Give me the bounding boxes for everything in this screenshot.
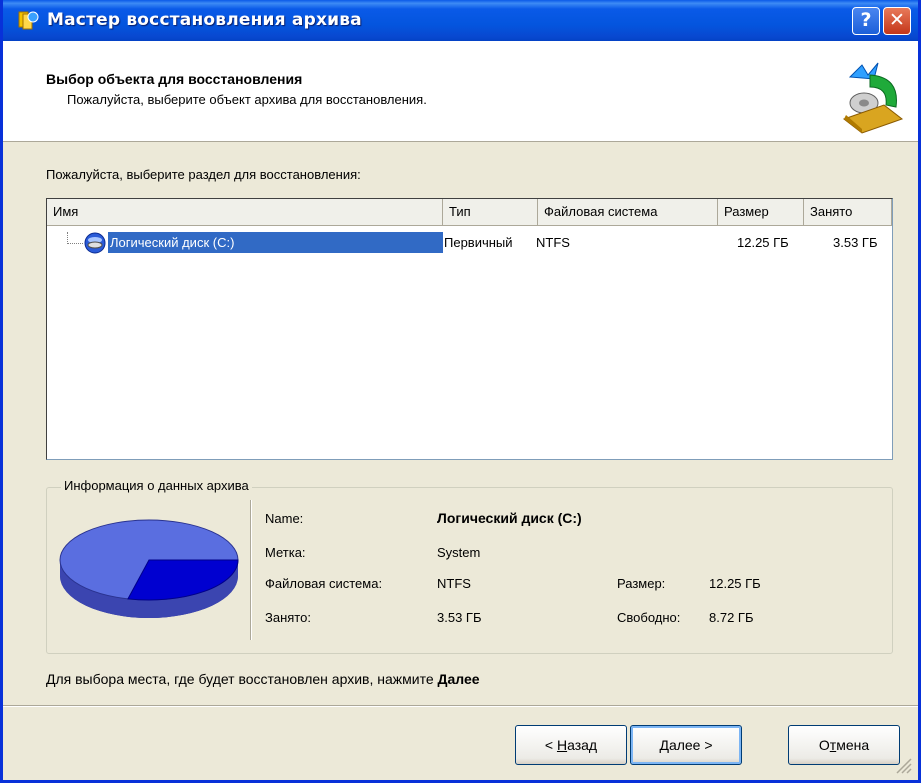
back-button-rest: азад [567, 737, 598, 753]
list-header: Имя Тип Файловая система Размер Занято [47, 199, 892, 226]
footer-hint-next: Далее [437, 671, 480, 687]
column-size[interactable]: Размер [718, 199, 804, 226]
section-label: Пожалуйста, выберите раздел для восстано… [46, 167, 361, 182]
row-type: Первичный [444, 235, 513, 250]
used-label: Занято: [265, 610, 311, 625]
window-title: Мастер восстановления архива [47, 10, 362, 30]
wizard-window: Мастер восстановления архива ? ✕ Выбор о… [0, 0, 921, 783]
next-button-mnemonic: Д [659, 737, 669, 753]
wizard-logo-icon [842, 62, 904, 134]
footer-hint-text: Для выбора места, где будет восстановлен… [46, 671, 434, 687]
row-name: Логический диск (C:) [107, 231, 444, 254]
column-type[interactable]: Тип [443, 199, 538, 226]
footer-separator [3, 705, 918, 707]
cancel-button[interactable]: Отмена [788, 725, 900, 765]
tag-value: System [437, 545, 481, 560]
filesystem-label: Файловая система: [265, 576, 383, 591]
pie-chart [59, 519, 239, 618]
column-used[interactable]: Занято [804, 199, 892, 226]
back-button-mnemonic: Н [556, 737, 568, 753]
free-label: Свободно: [617, 610, 681, 625]
row-size: 12.25 ГБ [737, 235, 789, 250]
archive-info-legend: Информация о данных архива [61, 478, 252, 493]
column-name[interactable]: Имя [47, 199, 443, 226]
filesystem-value: NTFS [437, 576, 471, 591]
help-icon[interactable]: ? [852, 7, 880, 35]
partition-list[interactable]: Имя Тип Файловая система Размер Занято Л… [46, 198, 893, 460]
close-icon[interactable]: ✕ [883, 7, 911, 35]
list-item[interactable]: Логический диск (C:) Первичный NTFS 12.2… [47, 231, 892, 256]
back-button-prefix: < [544, 737, 557, 753]
cancel-button-rest: мена [836, 737, 870, 753]
tag-label: Метка: [265, 545, 306, 560]
size-label: Размер: [617, 576, 666, 591]
back-button[interactable]: < Назад [515, 725, 627, 765]
used-value: 3.53 ГБ [437, 610, 482, 625]
free-value: 8.72 ГБ [709, 610, 754, 625]
row-filesystem: NTFS [536, 235, 570, 250]
header-title: Выбор объекта для восстановления [46, 71, 303, 87]
app-icon [18, 11, 39, 30]
next-button-rest: алее > [668, 737, 713, 753]
cancel-button-prefix: О [818, 737, 830, 753]
size-value: 12.25 ГБ [709, 576, 761, 591]
title-bar[interactable]: Мастер восстановления архива ? ✕ [3, 0, 918, 41]
column-filesystem[interactable]: Файловая система [538, 199, 718, 226]
disk-icon [84, 232, 106, 254]
header-subtitle: Пожалуйста, выберите объект архива для в… [67, 92, 427, 107]
name-value: Логический диск (C:) [437, 510, 582, 526]
tree-connector [67, 232, 83, 244]
footer-hint: Для выбора места, где будет восстановлен… [46, 671, 480, 687]
name-label: Name: [265, 511, 304, 526]
info-divider [250, 500, 252, 640]
row-used: 3.53 ГБ [833, 235, 878, 250]
size-grip-icon[interactable] [893, 755, 913, 775]
wizard-header: Выбор объекта для восстановления Пожалуй… [3, 41, 918, 142]
next-button[interactable]: Далее > [630, 725, 742, 765]
